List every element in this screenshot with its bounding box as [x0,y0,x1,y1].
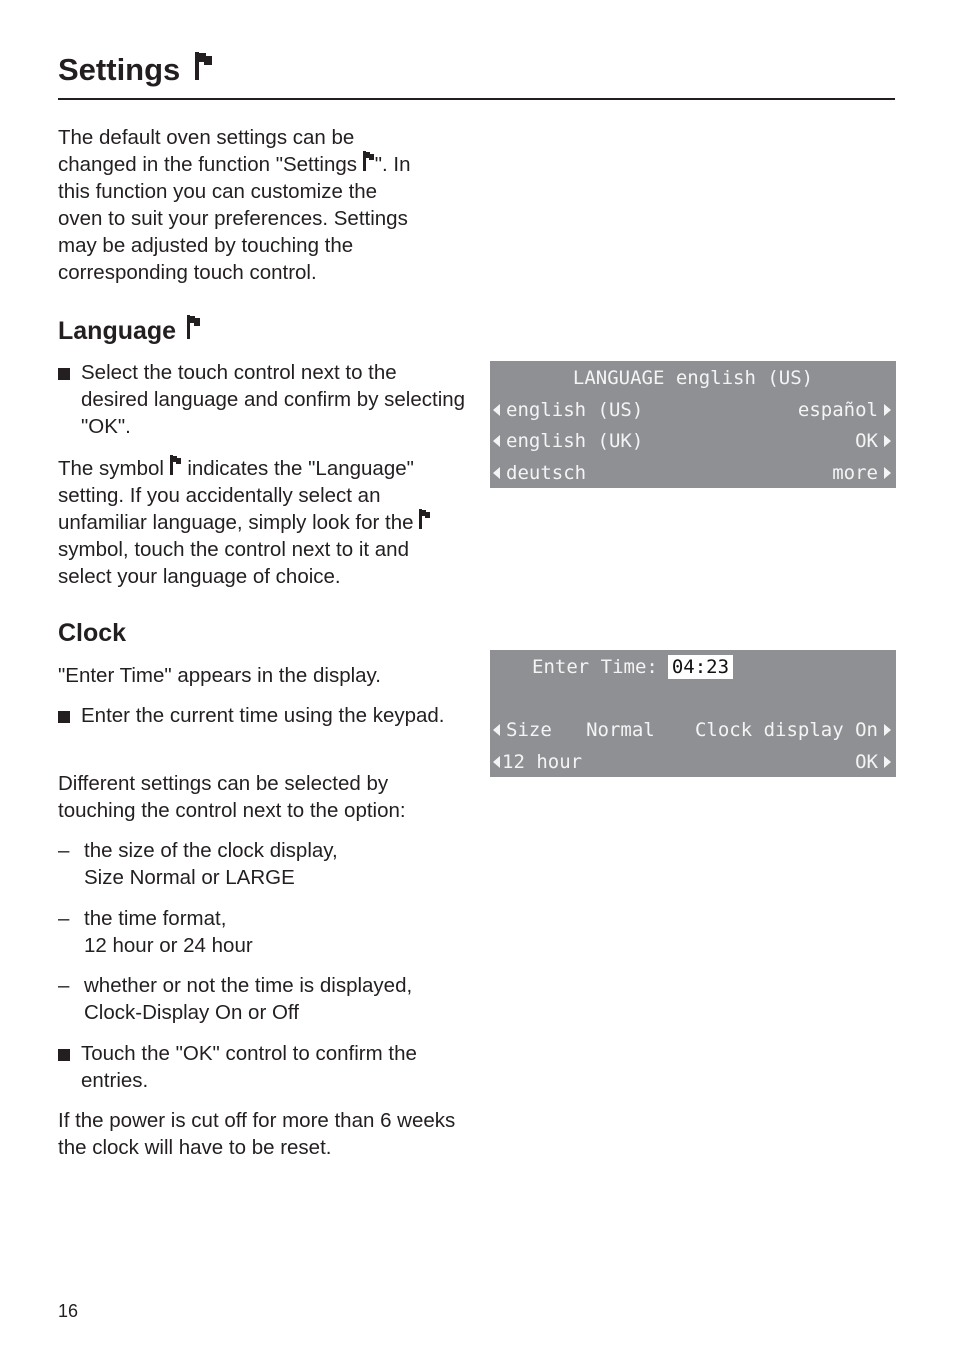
option-label: Clock display On [694,719,878,741]
flag-icon [194,52,213,80]
flag-icon [187,315,201,339]
intro-line: changed in the function "Settings [58,153,363,176]
intro-line: may be adjusted by touching the [58,234,354,257]
arrow-right-icon[interactable] [884,756,891,768]
enter-time-row: Enter Time: 04:23 [532,652,896,682]
clock-options-intro: Different settings can be selected by to… [58,772,406,822]
bullet-square-icon [58,711,70,723]
option-label: OK [855,751,878,773]
dash-icon: – [58,974,70,997]
option-deutsch[interactable]: deutsch [493,458,586,488]
page-number: 16 [58,1301,79,1321]
page-title: Settings [58,50,213,90]
display-row: Size Normal Clock display On [490,715,896,745]
option-espanol[interactable]: español [798,395,891,425]
display-row: english (US) español [490,395,896,425]
option-label: english (US) [506,399,644,421]
option-line: the size of the clock display, [84,839,338,862]
intro-line: ". In [374,153,411,176]
clock-bullet-confirm: Touch the "OK" control to confirm the en… [58,1040,468,1094]
ok-button[interactable]: OK [855,426,891,456]
more-button[interactable]: more [832,458,891,488]
language-heading: Language [58,315,201,347]
clock-option-display: – whether or not the time is displayed, … [58,972,468,1026]
arrow-left-icon[interactable] [493,435,500,447]
option-line: the time format, [84,907,227,930]
intro-line: corresponding touch control. [58,261,317,284]
flag-icon [362,151,375,171]
option-label: deutsch [506,462,587,484]
bullet-text: Touch the "OK" control to confirm the en… [81,1042,417,1092]
dash-icon: – [58,907,70,930]
arrow-left-icon[interactable] [493,756,500,768]
option-english-uk[interactable]: english (UK) [493,426,643,456]
arrow-left-icon[interactable] [493,724,500,736]
option-line: whether or not the time is displayed, [84,974,413,997]
option-label: 12 hour [502,751,583,773]
arrow-right-icon[interactable] [884,467,891,479]
option-label: english (UK) [506,430,644,452]
bullet-square-icon [58,1049,70,1061]
arrow-right-icon[interactable] [884,404,891,416]
language-symbol-paragraph: The symbol indicates the "Language" sett… [58,455,468,590]
arrow-left-icon[interactable] [493,404,500,416]
time-input[interactable]: 04:23 [667,655,734,679]
intro-paragraph: The default oven settings can be changed… [58,124,468,286]
clock-option-size: – the size of the clock display, Size No… [58,837,468,891]
bullet-square-icon [58,368,70,380]
size-option[interactable]: Size Normal [493,715,655,745]
option-label: Size Normal [506,719,655,741]
clock-display-option[interactable]: Clock display On [695,715,891,745]
option-line: Size Normal or LARGE [84,866,295,889]
bullet-text: Select the touch control next to the des… [81,361,466,438]
language-instruction-bullet: Select the touch control next to the des… [58,359,468,440]
arrow-right-icon[interactable] [884,724,891,736]
clock-display: Enter Time: 04:23 Size Normal Clock displ… [490,650,896,777]
arrow-left-icon[interactable] [493,467,500,479]
time-format-option[interactable]: 12 hour [493,747,582,777]
para-text: The symbol [58,457,170,480]
intro-line: oven to suit your preferences. Settings [58,207,408,230]
option-label: more [832,462,878,484]
clock-option-format: – the time format, 12 hour or 24 hour [58,905,468,959]
language-display: LANGUAGE english (US) english (US) españ… [490,361,896,488]
language-heading-text: Language [58,317,177,345]
intro-line: this function you can customize the [58,180,378,203]
ok-button[interactable]: OK [855,747,891,777]
para-text: symbol, touch the control next to it and… [58,538,409,588]
bullet-text: Enter the current time using the keypad. [81,704,445,727]
flag-icon [169,455,182,475]
clock-heading: Clock [58,619,127,647]
option-line: Clock-Display On or Off [84,1001,299,1024]
option-line: 12 hour or 24 hour [84,934,253,957]
display-title: LANGUAGE english (US) [572,367,814,389]
display-row: deutsch more [490,458,896,488]
enter-time-label: Enter Time: [532,656,658,678]
clock-intro: "Enter Time" appears in the display. [58,664,381,687]
option-label: OK [855,430,878,452]
option-english-us[interactable]: english (US) [493,395,643,425]
flag-icon [419,509,431,529]
dash-icon: – [58,839,70,862]
intro-line: The default oven settings can be [58,126,355,149]
display-row: english (UK) OK [490,426,896,456]
clock-power-note: If the power is cut off for more than 6 … [58,1109,456,1159]
clock-bullet-enter-time: Enter the current time using the keypad. [58,702,468,729]
arrow-right-icon[interactable] [884,435,891,447]
display-row: 12 hour OK [490,747,896,777]
title-divider [58,98,895,100]
page-title-text: Settings [58,52,181,87]
option-label: español [797,399,878,421]
